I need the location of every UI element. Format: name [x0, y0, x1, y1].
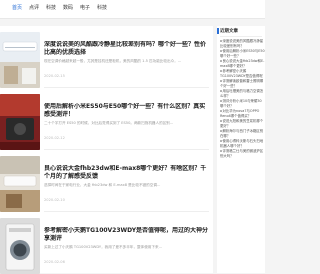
sidebar-link[interactable]: 解析海尔与西门子冰箱区别在哪？	[220, 129, 265, 138]
article-date: 2020-02-15	[44, 74, 65, 78]
sidebar-link[interactable]: 参考解密小天鹅TG100V23WDY是否值得呢	[220, 69, 265, 78]
article-item[interactable]: 使用后解析小米ES50与E50哪个好一些？有什么区别？真实感受测评！ 二十个字打…	[0, 88, 213, 150]
sidebar-link[interactable]: 说说九阳和美的豆浆机哪个更好？	[220, 119, 265, 128]
sidebar-link[interactable]: 评测格兰仕与美的微波炉区别大吗？	[220, 149, 265, 158]
sidebar-link[interactable]: 使用后解析小米ES50与E50哪个好一些？	[220, 49, 265, 58]
bullet-icon	[220, 80, 222, 82]
bullet-icon	[220, 110, 222, 112]
sidebar-link-text[interactable]: 参考解密小天鹅TG100V23WDY是否值得呢	[220, 69, 263, 78]
article-title[interactable]: 深度说说美的风酷跟冷静星比较差别有吗？哪个好一些？性价比高的优质选择	[44, 41, 210, 57]
sidebar-link[interactable]: 良心说说大金fhb23dw和E-max8哪个更好？	[220, 59, 265, 68]
nav-item-tech-2[interactable]: 科技	[97, 5, 107, 12]
article-title[interactable]: 使用后解析小米ES50与E50哪个好一些？有什么区别？真实感受测评！	[44, 103, 210, 119]
nav-item-review[interactable]: 点评	[29, 5, 39, 12]
article-title[interactable]: 良心说说大金fhb23dw和E-max8哪个更好？有啥区别？千个月的了解感受反馈	[44, 165, 210, 181]
sidebar-link[interactable]: 用后吐槽美的与格力空调怎么样？	[220, 89, 265, 98]
sidebar-link[interactable]: 测评分析小米10与荣耀30哪个好？	[220, 99, 265, 108]
article-thumbnail[interactable]	[0, 94, 40, 150]
article-item[interactable]: 良心说说大金fhb23dw和E-max8哪个更好？有啥区别？千个月的了解感受反馈…	[0, 150, 213, 212]
nav-item-digital[interactable]: 数码	[63, 5, 73, 12]
bullet-icon	[220, 130, 222, 132]
sidebar: 近期文章 深度说说美的风酷跟冷静星比较差别有吗？ 使用后解析小米ES50与E50…	[217, 26, 265, 273]
article-date: 2020-02-06	[44, 260, 65, 264]
article-item[interactable]: 深度说说美的风酷跟冷静星比较差别有吗？哪个好一些？性价比高的优质选择 现在空调价…	[0, 26, 213, 88]
article-item[interactable]: 参考解密小天鹅TG100V23WDY是否值得呢，用过的大神分享测评 买新上过了小…	[0, 212, 213, 274]
article-date: 2020-02-12	[44, 136, 65, 140]
sidebar-link[interactable]: 对比华为nova7与OPPO Reno4哪个值得买？	[220, 109, 265, 118]
bullet-icon	[220, 90, 222, 92]
nav-item-tech[interactable]: 科技	[46, 5, 56, 12]
article-list: 深度说说美的风酷跟冷静星比较差别有吗？哪个好一些？性价比高的优质选择 现在空调价…	[0, 26, 213, 274]
sidebar-link-text[interactable]: 对比华为nova7与OPPO Reno4哪个值得买？	[220, 109, 259, 118]
sidebar-link-text[interactable]: 说说九阳和美的豆浆机哪个更好？	[220, 119, 263, 128]
bullet-icon	[220, 100, 222, 102]
sidebar-link-text[interactable]: 使用后解析小米ES50与E50哪个好一些？	[220, 49, 265, 58]
article-excerpt: 二十个字打开 ES50 的时候，对比后觉得买到了 ES50。两款扫拖机器人的区别…	[44, 121, 174, 125]
sidebar-link-text[interactable]: 用后吐槽美的与格力空调怎么样？	[220, 89, 263, 98]
article-title[interactable]: 参考解密小天鹅TG100V23WDY是否值得呢，用过的大神分享测评	[44, 227, 210, 243]
sidebar-heading: 近期文章	[217, 28, 238, 34]
sidebar-link-text[interactable]: 评测格兰仕与美的微波炉区别大吗？	[220, 149, 263, 158]
bullet-icon	[220, 120, 222, 122]
article-excerpt: 现在空调价格越来越一般，尤其是挂机还是柜机，美的风酷的 1.5 匹功能比较出众，…	[44, 59, 182, 63]
divider	[220, 36, 262, 37]
bullet-icon	[220, 60, 222, 62]
sidebar-link-text[interactable]: 良心说说大金fhb23dw和E-max8哪个更好？	[220, 59, 264, 68]
top-nav: 首页 点评 科技 数码 电子 科技	[0, 0, 265, 19]
bullet-icon	[220, 50, 222, 52]
article-excerpt: 买新上过了小天鹅 TG100V23WDY，我用了差不多半年，整体使用下来...	[44, 245, 163, 249]
nav-item-home[interactable]: 首页	[12, 5, 22, 12]
sidebar-link-text[interactable]: 解析海尔与西门子冰箱区别在哪？	[220, 129, 263, 138]
sidebar-link-text[interactable]: 使用心得科沃斯与石头扫地机器人哪个好？	[220, 139, 263, 148]
article-excerpt: 选择时间在于家电行业，大金 fhb23dw 和 E-max8 是比较不错的空调.…	[44, 183, 161, 187]
nav-item-electronics[interactable]: 电子	[80, 5, 90, 12]
sidebar-link[interactable]: 评测解读欧普和雷士照明哪个好一些？	[220, 79, 265, 88]
sidebar-link-text[interactable]: 深度说说美的风酷跟冷静星比较差别有吗？	[220, 39, 263, 48]
sidebar-link[interactable]: 深度说说美的风酷跟冷静星比较差别有吗？	[220, 39, 265, 48]
article-date: 2020-02-10	[44, 198, 65, 202]
article-thumbnail[interactable]	[0, 218, 40, 274]
bullet-icon	[220, 150, 222, 152]
bullet-icon	[220, 40, 222, 42]
article-thumbnail[interactable]	[0, 156, 40, 212]
sidebar-link-text[interactable]: 评测解读欧普和雷士照明哪个好一些？	[220, 79, 263, 88]
sidebar-link-text[interactable]: 测评分析小米10与荣耀30哪个好？	[220, 99, 262, 108]
article-thumbnail[interactable]	[0, 32, 40, 88]
bullet-icon	[220, 70, 222, 72]
bullet-icon	[220, 140, 222, 142]
sidebar-link[interactable]: 使用心得科沃斯与石头扫地机器人哪个好？	[220, 139, 265, 148]
